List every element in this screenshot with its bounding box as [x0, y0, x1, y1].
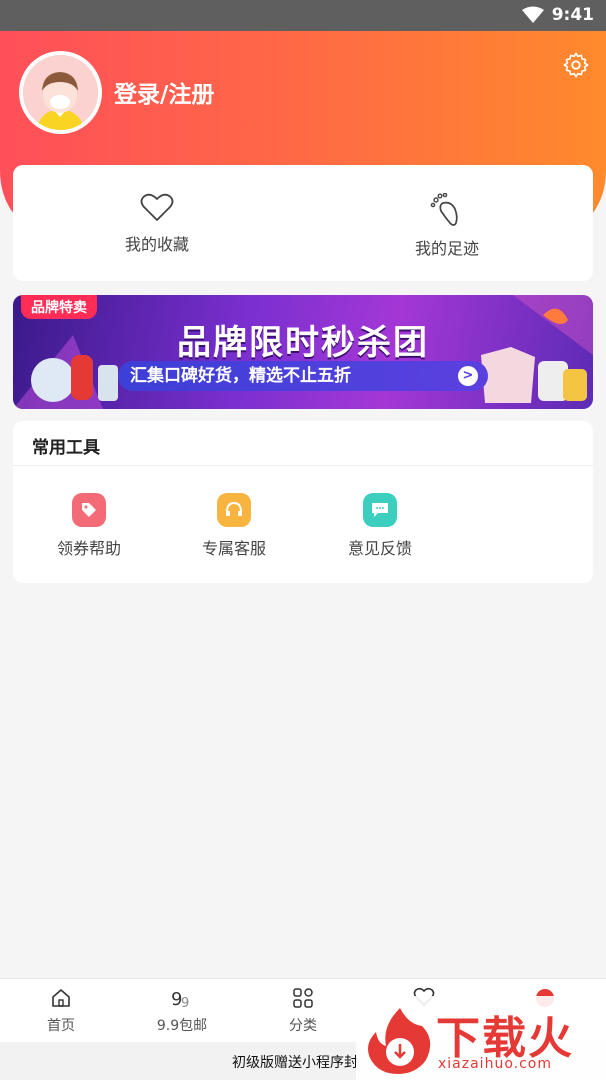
my-footprints-button[interactable]: 我的足迹 [387, 192, 507, 259]
tab-category-label: 分类 [289, 1018, 317, 1034]
home-icon [52, 989, 70, 1007]
tools-card: 常用工具 领券帮助 专属客服 意见反馈 [13, 421, 593, 583]
tab-category[interactable]: 分类 [253, 987, 353, 1035]
svg-text:9: 9 [181, 996, 189, 1009]
tab-home[interactable]: 首页 [11, 987, 111, 1035]
avatar-illustration [23, 55, 98, 130]
feedback-label: 意见反馈 [347, 539, 412, 558]
status-bar: 9:41 [0, 0, 606, 31]
quick-links-card: 我的收藏 我的足迹 [13, 165, 593, 281]
tab-home-label: 首页 [47, 1018, 75, 1034]
status-time: 9:41 [551, 5, 594, 25]
brand-sale-banner[interactable]: 品牌特卖 品牌限时秒杀团 汇集口碑好货，精选不止五折 > [13, 295, 593, 409]
bottom-info-text: 初级版赠送小程序封 [232, 1055, 358, 1071]
banner-subtitle: 汇集口碑好货，精选不止五折 > [118, 361, 488, 391]
watermark-domain: xiazaihuo.com [438, 1056, 552, 1072]
tag-icon [72, 493, 106, 527]
watermark: 下载火 xiazaihuo.com [356, 996, 606, 1080]
tab-free-shipping[interactable]: 99 9.9包邮 [132, 987, 232, 1035]
banner-subtitle-text: 汇集口碑好货，精选不止五折 [130, 366, 351, 386]
nine-nine-icon: 99 [171, 989, 189, 1011]
login-register-link[interactable]: 登录/注册 [114, 75, 214, 109]
my-favorites-button[interactable]: 我的收藏 [97, 193, 217, 255]
avatar[interactable] [19, 51, 102, 134]
coupon-help-label: 领券帮助 [56, 539, 121, 558]
my-footprints-label: 我的足迹 [414, 239, 479, 258]
banner-arrow-icon: > [458, 366, 478, 386]
grid-icon [293, 988, 313, 1008]
chat-icon [363, 493, 397, 527]
tools-divider [13, 465, 593, 466]
tab-free-shipping-label: 9.9包邮 [156, 1018, 208, 1034]
coupon-help-button[interactable]: 领券帮助 [39, 493, 139, 559]
my-favorites-label: 我的收藏 [124, 235, 189, 254]
tools-title: 常用工具 [32, 438, 100, 458]
feedback-button[interactable]: 意见反馈 [330, 493, 430, 559]
wifi-icon [522, 6, 544, 23]
flame-logo-icon [368, 1008, 431, 1074]
heart-icon [140, 193, 174, 221]
footprint-icon [430, 192, 458, 226]
settings-gear-icon[interactable] [562, 51, 590, 79]
banner-title: 品牌限时秒杀团 [177, 323, 429, 363]
customer-service-label: 专属客服 [201, 539, 266, 558]
customer-service-button[interactable]: 专属客服 [184, 493, 284, 559]
headset-icon [217, 493, 251, 527]
